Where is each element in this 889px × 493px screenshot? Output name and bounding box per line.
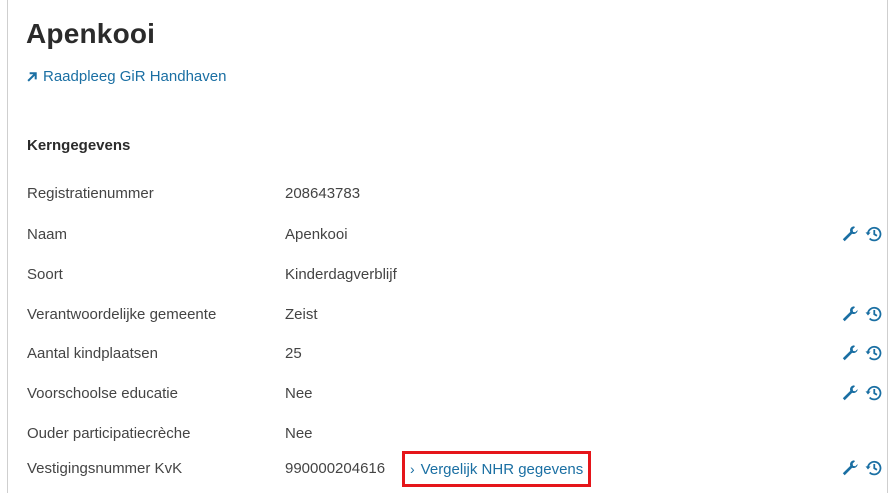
raadpleeg-gir-handhaven-link[interactable]: Raadpleeg GiR Handhaven bbox=[27, 68, 226, 85]
page-title: Apenkooi bbox=[26, 18, 156, 49]
row-aantal-kindplaatsen: Aantal kindplaatsen 25 bbox=[27, 345, 889, 369]
vergelijk-nhr-gegevens-link[interactable]: › Vergelijk NHR gegevens bbox=[402, 451, 592, 487]
wrench-icon[interactable] bbox=[841, 225, 859, 243]
row-verantwoordelijke-gemeente: Verantwoordelijke gemeente Zeist bbox=[27, 306, 889, 330]
row-ouder-participatiecreche: Ouder participatiecrèche Nee bbox=[27, 425, 889, 449]
row-label: Aantal kindplaatsen bbox=[27, 345, 158, 362]
row-value: Apenkooi bbox=[285, 226, 348, 243]
row-actions bbox=[841, 225, 883, 243]
row-label: Ouder participatiecrèche bbox=[27, 425, 191, 442]
wrench-icon[interactable] bbox=[841, 344, 859, 362]
row-value: 25 bbox=[285, 345, 302, 362]
row-registratienummer: Registratienummer 208643783 bbox=[27, 185, 889, 209]
row-actions bbox=[841, 344, 883, 362]
row-label: Registratienummer bbox=[27, 185, 154, 202]
row-actions bbox=[841, 384, 883, 402]
external-arrow-icon bbox=[27, 72, 37, 82]
wrench-icon[interactable] bbox=[841, 459, 859, 477]
history-icon[interactable] bbox=[865, 344, 883, 362]
wrench-icon[interactable] bbox=[841, 305, 859, 323]
row-value: 990000204616 bbox=[285, 460, 386, 477]
row-value: Zeist bbox=[285, 306, 318, 323]
row-value: Nee bbox=[285, 425, 313, 442]
history-icon[interactable] bbox=[865, 384, 883, 402]
row-value: 208643783 bbox=[285, 185, 361, 202]
wrench-icon[interactable] bbox=[841, 384, 859, 402]
section-heading-kerngegevens: Kerngegevens bbox=[27, 137, 131, 154]
row-label: Vestigingsnummer KvK bbox=[27, 460, 183, 477]
row-label: Voorschoolse educatie bbox=[27, 385, 178, 402]
page-frame: Apenkooi Raadpleeg GiR Handhaven Kerngeg… bbox=[7, 0, 888, 493]
row-actions bbox=[841, 459, 883, 477]
row-label: Soort bbox=[27, 266, 63, 283]
row-vestigingsnummer-kvk: Vestigingsnummer KvK 990000204616 › Verg… bbox=[27, 451, 889, 487]
row-naam: Naam Apenkooi bbox=[27, 226, 889, 250]
history-icon[interactable] bbox=[865, 225, 883, 243]
history-icon[interactable] bbox=[865, 459, 883, 477]
row-value: Nee bbox=[285, 385, 313, 402]
row-value: Kinderdagverblijf bbox=[285, 266, 397, 283]
row-label: Verantwoordelijke gemeente bbox=[27, 306, 217, 323]
history-icon[interactable] bbox=[865, 305, 883, 323]
row-label: Naam bbox=[27, 226, 68, 243]
chevron-right-icon: › bbox=[410, 461, 415, 477]
raadpleeg-gir-handhaven-label: Raadpleeg GiR Handhaven bbox=[43, 68, 227, 85]
row-actions bbox=[841, 305, 883, 323]
row-soort: Soort Kinderdagverblijf bbox=[27, 266, 889, 290]
vergelijk-nhr-gegevens-label: Vergelijk NHR gegevens bbox=[420, 460, 584, 478]
row-voorschoolse-educatie: Voorschoolse educatie Nee bbox=[27, 385, 889, 409]
